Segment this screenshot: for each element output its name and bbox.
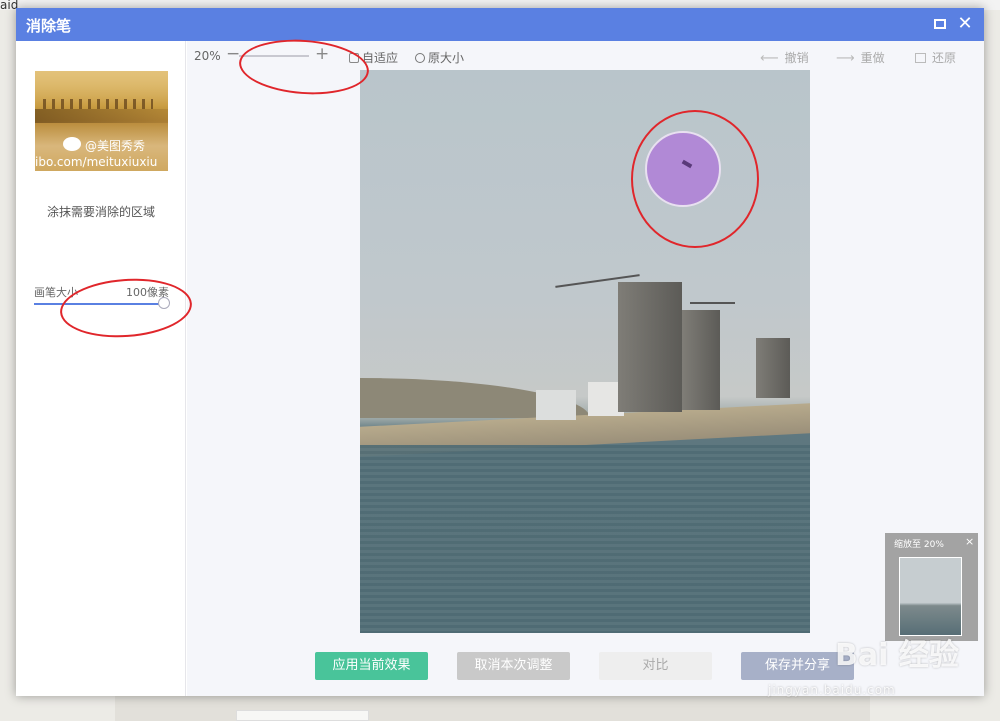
navigator-panel: 缩放至 20% × xyxy=(885,533,978,641)
restore-button[interactable]: 还原 xyxy=(915,49,956,66)
original-size-label: 原大小 xyxy=(428,51,465,65)
undo-button[interactable]: ⟵ 撤销 xyxy=(760,49,809,66)
fit-button[interactable]: 自适应 xyxy=(349,49,398,66)
source-image-thumbnail: @美图秀秀 ibo.com/meituxiuxiu xyxy=(35,71,168,171)
redo-label: 重做 xyxy=(860,51,885,65)
thumbnail-watermark-url: ibo.com/meituxiuxiu xyxy=(35,155,158,169)
dialog-titlebar: 消除笔 ✕ xyxy=(16,8,984,41)
navigator-label: 缩放至 20% xyxy=(894,540,944,550)
fit-icon xyxy=(349,53,359,63)
cancel-adjustment-button[interactable]: 取消本次调整 xyxy=(457,652,570,680)
eraser-hint: 涂抹需要消除的区域 xyxy=(46,205,155,219)
thumbnail-watermark-name: @美图秀秀 xyxy=(85,139,146,153)
redo-button[interactable]: ⟶ 重做 xyxy=(836,49,885,66)
zoom-percent: 20% xyxy=(194,49,221,63)
undo-arrow-icon: ⟵ xyxy=(760,51,779,66)
navigator-close-icon[interactable]: × xyxy=(965,535,974,548)
restore-label: 还原 xyxy=(932,51,957,65)
zoom-out-button[interactable]: − xyxy=(226,44,240,64)
weibo-logo-icon xyxy=(63,137,81,151)
brush-size-slider-handle[interactable] xyxy=(158,297,170,309)
dialog-title: 消除笔 xyxy=(26,17,72,35)
compare-button[interactable]: 对比 xyxy=(599,652,712,680)
maximize-icon[interactable] xyxy=(932,15,950,33)
baidu-jingyan-watermark: Bai 经验 xyxy=(835,638,959,673)
magnifier-icon xyxy=(415,53,425,63)
page-background-footer xyxy=(115,696,870,721)
photo-canvas[interactable] xyxy=(360,70,810,633)
image-icon xyxy=(915,53,926,63)
close-icon[interactable]: ✕ xyxy=(956,15,974,33)
eraser-dialog: 消除笔 ✕ @美图秀秀 ibo.com/meituxiuxiu 涂抹需要消除的区… xyxy=(16,8,984,696)
settings-sidebar: @美图秀秀 ibo.com/meituxiuxiu 涂抹需要消除的区域 画笔大小… xyxy=(16,41,186,696)
apply-effect-button[interactable]: 应用当前效果 xyxy=(315,652,428,680)
editor-workspace: 20% − + 自适应 原大小 ⟵ 撤销 ⟶ 重做 还原 缩放至 20% × 应… xyxy=(187,41,984,696)
brush-size-slider[interactable] xyxy=(34,303,164,305)
undo-label: 撤销 xyxy=(784,51,809,65)
baidu-jingyan-url: jingyan.baidu.com xyxy=(768,683,896,697)
navigator-thumbnail[interactable] xyxy=(899,557,962,636)
zoom-slider[interactable] xyxy=(239,55,309,57)
fit-label: 自适应 xyxy=(362,51,399,65)
page-background-box xyxy=(236,710,369,721)
original-size-button[interactable]: 原大小 xyxy=(415,49,464,66)
eraser-brush-cursor xyxy=(645,131,721,207)
redo-arrow-icon: ⟶ xyxy=(836,51,855,66)
brush-size-label: 画笔大小 xyxy=(34,286,78,299)
zoom-in-button[interactable]: + xyxy=(315,44,329,64)
